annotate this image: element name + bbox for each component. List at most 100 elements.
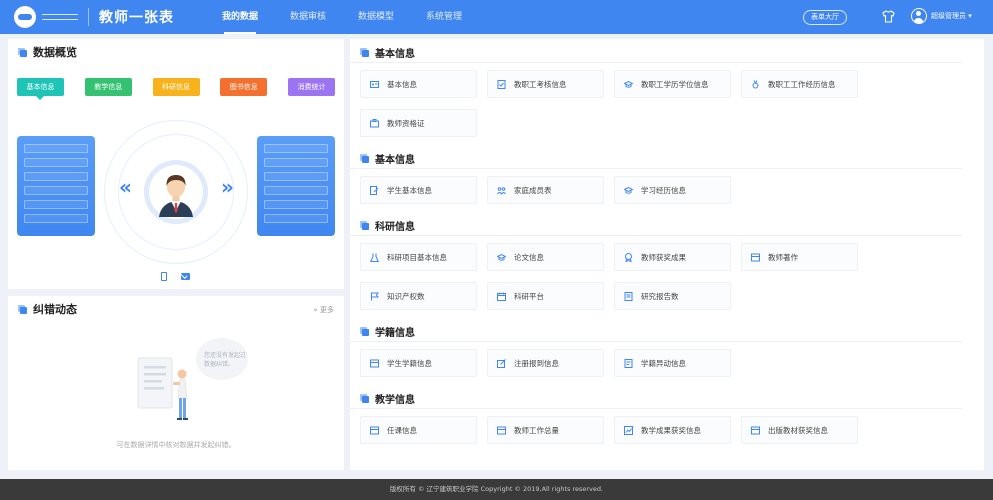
data-item-registration[interactable]: 注册报到信息 xyxy=(487,349,604,377)
tab-research-info[interactable]: 科研信息 xyxy=(152,78,200,96)
header-divider xyxy=(88,8,89,26)
school-logo-icon xyxy=(14,6,36,28)
document-icon xyxy=(624,358,633,368)
data-item-course-info[interactable]: 任课信息 xyxy=(360,416,477,444)
section-square-icon xyxy=(360,153,369,163)
data-item-label: 知识产权数 xyxy=(387,291,425,301)
data-item-label: 科研平台 xyxy=(514,291,544,301)
user-avatar-icon[interactable] xyxy=(911,8,927,24)
user-menu[interactable]: 超级管理员 ▾ xyxy=(931,11,972,21)
section-basic-info: 基本信息 基本信息 教职工考核信息 教职工学历学位信息 教职工工作经历信息 教师… xyxy=(350,42,984,148)
data-item-textbook-awards[interactable]: 出版教材获奖信息 xyxy=(741,416,858,444)
tab-library-info[interactable]: 图书信息 xyxy=(220,78,268,96)
award-icon xyxy=(625,252,632,262)
section-square-icon xyxy=(18,304,27,314)
calendar-icon xyxy=(497,292,506,301)
flask-icon xyxy=(370,253,379,262)
graduation-cap-icon xyxy=(497,253,506,261)
phone-icon[interactable] xyxy=(161,272,167,281)
errata-title: 纠错动态 xyxy=(33,303,77,316)
data-item-student-basic[interactable]: 学生基本信息 xyxy=(360,176,477,204)
data-item-staff-degree[interactable]: 教职工学历学位信息 xyxy=(614,70,731,98)
data-item-label: 学籍异动信息 xyxy=(641,358,686,368)
data-item-label: 教职工考核信息 xyxy=(514,79,567,89)
data-item-label: 研究报告数 xyxy=(641,291,679,301)
nav-my-data[interactable]: 我的数据 xyxy=(206,0,274,34)
data-item-teacher-books[interactable]: 教师著作 xyxy=(741,243,858,271)
data-item-basic-info[interactable]: 基本信息 xyxy=(360,70,477,98)
data-item-label: 家庭成员表 xyxy=(514,185,552,195)
section-title: 基本信息 xyxy=(375,48,415,60)
teacher-portrait-icon xyxy=(159,175,193,217)
data-item-staff-work-history[interactable]: 教职工工作经历信息 xyxy=(741,70,858,98)
nav-data-review[interactable]: 数据审核 xyxy=(274,0,342,34)
id-card-icon xyxy=(370,80,379,88)
section-title: 科研信息 xyxy=(375,221,415,233)
data-item-label: 科研项目基本信息 xyxy=(387,252,447,262)
data-item-label: 出版教材获奖信息 xyxy=(768,425,828,435)
data-item-research-platform[interactable]: 科研平台 xyxy=(487,282,604,310)
data-item-research-project[interactable]: 科研项目基本信息 xyxy=(360,243,477,271)
section-student-info: 基本信息 学生基本信息 家庭成员表 学习经历信息 xyxy=(350,148,984,215)
form-hall-button[interactable]: 表单大厅 xyxy=(803,10,847,25)
data-item-label: 教师资格证 xyxy=(387,118,425,128)
shirt-icon[interactable] xyxy=(882,10,895,23)
data-item-status-change[interactable]: 学籍异动信息 xyxy=(614,349,731,377)
top-bar: 教师一张表 我的数据 数据审核 数据模型 系统管理 表单大厅 超级管理员 ▾ xyxy=(0,0,993,34)
data-item-research-reports[interactable]: 研究报告数 xyxy=(614,282,731,310)
mail-icon[interactable] xyxy=(181,273,190,280)
data-item-staff-assessment[interactable]: 教职工考核信息 xyxy=(487,70,604,98)
section-square-icon xyxy=(360,326,369,336)
data-item-ip[interactable]: 知识产权数 xyxy=(360,282,477,310)
section-square-icon xyxy=(18,47,27,57)
report-icon xyxy=(624,291,633,301)
certificate-icon xyxy=(370,118,379,127)
data-item-label: 注册报到信息 xyxy=(514,358,559,368)
graduation-cap-icon xyxy=(624,80,633,88)
user-name: 超级管理员 xyxy=(931,12,966,20)
tab-basic-info[interactable]: 基本信息 xyxy=(17,78,64,100)
nav-system-admin[interactable]: 系统管理 xyxy=(410,0,478,34)
data-item-label: 学生基本信息 xyxy=(387,185,432,195)
edit-icon xyxy=(497,358,506,368)
data-sections-panel: 基本信息 基本信息 教职工考核信息 教职工学历学位信息 教职工工作经历信息 教师… xyxy=(350,39,984,470)
medal-icon xyxy=(752,79,759,88)
book-icon xyxy=(497,426,506,434)
app-title: 教师一张表 xyxy=(99,10,174,26)
data-item-papers[interactable]: 论文信息 xyxy=(487,243,604,271)
more-link[interactable]: » 更多 xyxy=(313,305,334,315)
data-item-label: 任课信息 xyxy=(387,425,417,435)
section-square-icon xyxy=(360,47,369,57)
section-enrollment-info: 学籍信息 学生学籍信息 注册报到信息 学籍异动信息 xyxy=(350,321,984,388)
data-item-student-status[interactable]: 学生学籍信息 xyxy=(360,349,477,377)
data-item-label: 学生学籍信息 xyxy=(387,358,432,368)
data-item-label: 教师获奖成果 xyxy=(641,252,686,262)
data-item-study-history[interactable]: 学习经历信息 xyxy=(614,176,731,204)
data-item-teacher-awards[interactable]: 教师获奖成果 xyxy=(614,243,731,271)
data-item-teaching-awards[interactable]: 教学成果获奖信息 xyxy=(614,416,731,444)
chevrons-right-icon: » xyxy=(221,175,234,199)
data-item-label: 教职工学历学位信息 xyxy=(641,79,709,89)
data-item-teacher-cert[interactable]: 教师资格证 xyxy=(360,109,477,137)
graduation-cap-icon xyxy=(624,186,633,194)
data-item-label: 教师工作总量 xyxy=(514,425,559,435)
footer: 版权所有 © 辽宁建筑职业学院 Copyright © 2019,All rig… xyxy=(0,479,993,500)
main-nav: 我的数据 数据审核 数据模型 系统管理 xyxy=(206,0,478,34)
tab-consumption-stats[interactable]: 消费统计 xyxy=(288,78,335,96)
data-item-workload[interactable]: 教师工作总量 xyxy=(487,416,604,444)
assessment-icon xyxy=(497,79,506,89)
data-item-label: 论文信息 xyxy=(514,252,544,262)
section-title: 学籍信息 xyxy=(375,327,415,339)
tab-teaching-info[interactable]: 教学信息 xyxy=(84,78,132,96)
section-research-info: 科研信息 科研项目基本信息 论文信息 教师获奖成果 教师著作 知识产权数 科研平… xyxy=(350,215,984,321)
info-card-left xyxy=(17,136,95,236)
overview-tabs: 基本信息 教学信息 科研信息 图书信息 消费统计 xyxy=(17,78,335,100)
family-icon xyxy=(497,186,506,195)
nav-data-model[interactable]: 数据模型 xyxy=(342,0,410,34)
data-item-family-members[interactable]: 家庭成员表 xyxy=(487,176,604,204)
data-item-label: 教师著作 xyxy=(768,252,798,262)
section-title: 教学信息 xyxy=(375,394,415,406)
book-icon xyxy=(751,426,760,434)
empty-note: 可在数据详情中核对数据并发起纠错。 xyxy=(116,441,236,449)
section-teaching-info: 教学信息 任课信息 教师工作总量 教学成果获奖信息 出版教材获奖信息 xyxy=(350,388,984,455)
